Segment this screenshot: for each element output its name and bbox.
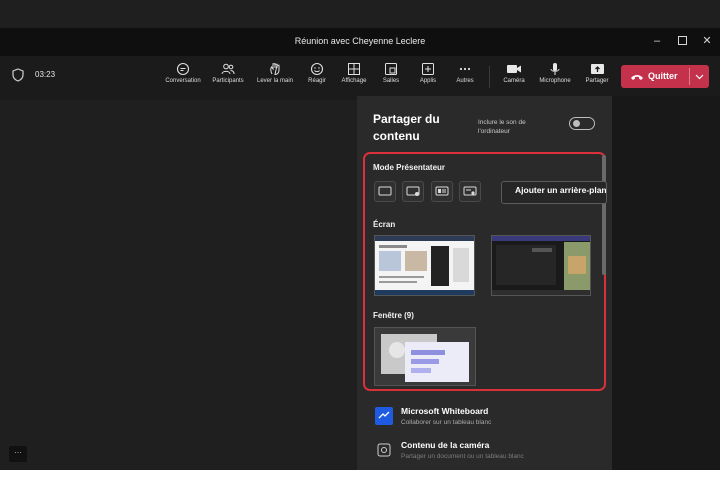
participants-button[interactable]: Participants xyxy=(208,60,248,94)
teams-window: Réunion avec Cheyenne Leclere – ✕ 03:23 … xyxy=(0,0,720,470)
hang-up-icon xyxy=(631,75,643,80)
right-gutter xyxy=(612,96,720,470)
window-section-label: Fenêtre (9) xyxy=(373,311,414,320)
side-by-side-mode-button[interactable] xyxy=(431,181,453,202)
share-panel-title: Partager du contenu xyxy=(373,112,440,143)
screen-thumbnail-1[interactable] xyxy=(374,235,475,296)
whiteboard-subtitle: Collaborer sur un tableau blanc xyxy=(401,419,492,426)
rooms-label: Salles xyxy=(382,78,400,84)
react-label: Réagir xyxy=(308,78,326,84)
content-only-mode-button[interactable] xyxy=(374,181,396,202)
window-1-preview xyxy=(375,328,475,385)
reporter-icon xyxy=(463,186,477,196)
camera-content-title[interactable]: Contenu de la caméra xyxy=(401,440,489,450)
shield-icon xyxy=(12,68,24,82)
minimize-icon[interactable]: – xyxy=(647,32,667,50)
reporter-mode-button[interactable] xyxy=(459,181,481,202)
raise-hand-button[interactable]: Lever la main xyxy=(252,60,298,94)
meeting-stage xyxy=(0,100,357,470)
presenter-mode-label: Mode Présentateur xyxy=(373,163,446,172)
more-actions-button[interactable]: ··· xyxy=(9,446,27,462)
close-icon[interactable]: ✕ xyxy=(697,32,717,50)
standout-mode-button[interactable] xyxy=(402,181,424,202)
conversation-label: Conversation xyxy=(165,78,201,84)
grid-icon xyxy=(348,63,360,75)
include-sound-label: Inclure le son de l'ordinateur xyxy=(478,119,526,135)
chevron-down-icon[interactable] xyxy=(695,74,704,80)
whiteboard-title[interactable]: Microsoft Whiteboard xyxy=(401,406,488,416)
conversation-button[interactable]: Conversation xyxy=(161,60,205,94)
view-button[interactable]: Affichage xyxy=(337,60,371,94)
rooms-icon xyxy=(385,63,397,75)
add-background-button[interactable]: Ajouter un arrière-plan xyxy=(501,181,607,204)
window-title: Réunion avec Cheyenne Leclere xyxy=(294,36,426,46)
screenshot-bottom-margin xyxy=(0,470,720,500)
more-icon xyxy=(459,67,471,71)
screen-thumbnail-2[interactable] xyxy=(491,235,591,296)
quit-button[interactable]: Quitter xyxy=(621,65,709,88)
more-options-button[interactable]: Autres xyxy=(451,60,479,94)
hand-icon xyxy=(270,63,280,76)
share-button[interactable]: Partager xyxy=(582,60,612,94)
side-by-side-icon xyxy=(435,186,449,196)
content-only-icon xyxy=(378,186,392,196)
camera-content-subtitle: Partager un document ou un tableau blanc xyxy=(401,453,524,460)
camera-label: Caméra xyxy=(503,78,525,84)
whiteboard-icon xyxy=(375,407,393,425)
camera-icon xyxy=(507,65,521,73)
apps-label: Applis xyxy=(419,78,437,84)
mic-icon xyxy=(550,63,560,75)
rooms-button[interactable]: Salles xyxy=(378,60,404,94)
quit-label: Quitter xyxy=(648,71,678,81)
people-icon xyxy=(221,63,235,75)
chat-icon xyxy=(176,62,190,76)
meeting-toolbar: 03:23 Conversation Participants Lever la… xyxy=(0,56,720,100)
window-thumbnail-1[interactable] xyxy=(374,327,476,386)
apps-button[interactable]: Applis xyxy=(414,60,442,94)
camera-button[interactable]: Caméra xyxy=(499,60,529,94)
standout-icon xyxy=(406,186,420,196)
panel-scrollbar[interactable] xyxy=(602,155,606,275)
view-label: Affichage xyxy=(341,78,367,84)
add-background-label: Ajouter un arrière-plan xyxy=(515,185,607,195)
meeting-timer: 03:23 xyxy=(35,70,56,79)
more-options-label: Autres xyxy=(456,78,474,84)
smiley-icon xyxy=(310,62,324,76)
toolbar-divider xyxy=(489,66,490,88)
apps-icon xyxy=(422,63,434,75)
screen-section-label: Écran xyxy=(373,220,396,229)
toggle-knob xyxy=(573,120,580,127)
react-button[interactable]: Réagir xyxy=(303,60,331,94)
quit-divider xyxy=(689,68,690,85)
camera-content-icon xyxy=(377,443,391,457)
participants-label: Participants xyxy=(212,78,244,84)
share-icon xyxy=(590,64,604,74)
share-label: Partager xyxy=(585,78,609,84)
include-sound-toggle[interactable] xyxy=(569,117,595,130)
maximize-icon[interactable] xyxy=(672,32,692,50)
raise-hand-label: Lever la main xyxy=(256,78,294,84)
microphone-button[interactable]: Microphone xyxy=(534,60,576,94)
screen-1-preview xyxy=(375,236,474,295)
title-bar: Réunion avec Cheyenne Leclere – ✕ xyxy=(0,28,720,56)
microphone-label: Microphone xyxy=(539,78,571,84)
screen-2-preview xyxy=(492,236,590,295)
